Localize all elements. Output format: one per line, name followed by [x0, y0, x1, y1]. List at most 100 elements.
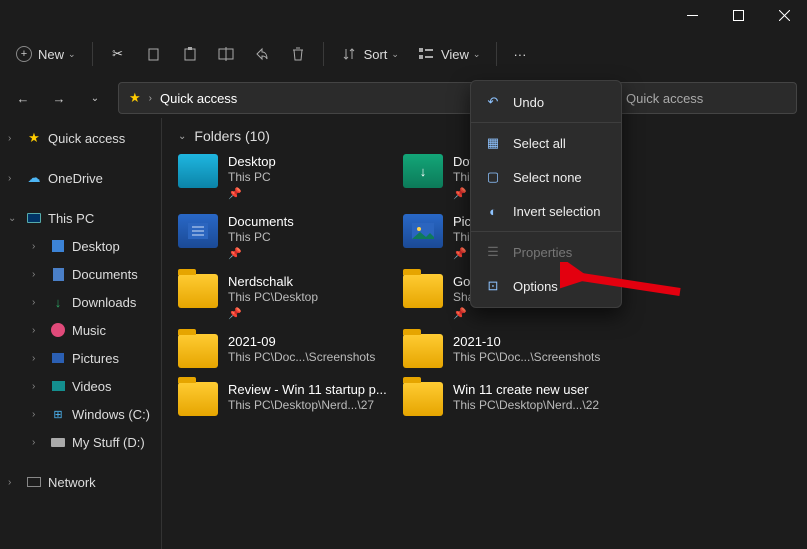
- sidebar-item-downloads[interactable]: › ↓ Downloads: [0, 288, 161, 316]
- sidebar-label: Pictures: [72, 351, 119, 366]
- monitor-icon: [26, 210, 42, 226]
- sidebar-item-desktop[interactable]: › Desktop: [0, 232, 161, 260]
- address-location: Quick access: [160, 91, 237, 106]
- new-label: New: [38, 47, 64, 62]
- rename-button[interactable]: [209, 38, 243, 70]
- folder-item[interactable]: 2021-09This PC\Doc...\Screenshots: [178, 334, 403, 368]
- options-icon: ⊡: [485, 278, 501, 294]
- menu-undo[interactable]: ↶ Undo: [471, 85, 621, 119]
- separator: [496, 42, 497, 66]
- view-icon: [417, 45, 435, 63]
- drive-icon: [50, 434, 66, 450]
- menu-invert-selection[interactable]: ◐ Invert selection: [471, 194, 621, 228]
- menu-select-none[interactable]: ▢ Select none: [471, 160, 621, 194]
- music-icon: [50, 322, 66, 338]
- cut-button[interactable]: ✂: [101, 38, 135, 70]
- folder-item[interactable]: DesktopThis PC📌: [178, 154, 403, 200]
- menu-label: Invert selection: [513, 204, 600, 219]
- expand-icon: ›: [32, 297, 44, 308]
- menu-label: Options: [513, 279, 558, 294]
- folder-icon: [178, 214, 218, 248]
- title-bar: [0, 0, 807, 30]
- separator: [323, 42, 324, 66]
- expand-icon: ›: [32, 241, 44, 252]
- select-all-icon: ▦: [485, 135, 501, 151]
- folder-item[interactable]: 2021-10This PC\Doc...\Screenshots: [403, 334, 628, 368]
- select-none-icon: ▢: [485, 169, 501, 185]
- sidebar-label: Quick access: [48, 131, 125, 146]
- more-button[interactable]: ···: [505, 38, 534, 70]
- sort-icon: [340, 45, 358, 63]
- sidebar-item-quick-access[interactable]: › ★ Quick access: [0, 124, 161, 152]
- sidebar-item-my-stuff-d[interactable]: › My Stuff (D:): [0, 428, 161, 456]
- folder-location: This PC: [228, 230, 294, 245]
- menu-label: Select all: [513, 136, 566, 151]
- folder-location: This PC\Desktop\Nerd...\27: [228, 398, 387, 413]
- sidebar-item-windows-c[interactable]: › ⊞ Windows (C:): [0, 400, 161, 428]
- sidebar-label: Windows (C:): [72, 407, 150, 422]
- main-area: › ★ Quick access › ☁ OneDrive ⌄ This PC …: [0, 118, 807, 549]
- minimize-button[interactable]: [669, 0, 715, 30]
- folder-name: 2021-10: [453, 334, 600, 350]
- chevron-right-icon: ›: [149, 93, 152, 104]
- pin-icon: 📌: [228, 247, 294, 260]
- folder-location: This PC\Doc...\Screenshots: [228, 350, 375, 365]
- sidebar-label: OneDrive: [48, 171, 103, 186]
- sidebar-label: Network: [48, 475, 96, 490]
- sidebar-label: Music: [72, 323, 106, 338]
- folder-name: Documents: [228, 214, 294, 230]
- copy-button[interactable]: [137, 38, 171, 70]
- search-placeholder: Quick access: [626, 91, 703, 106]
- share-button[interactable]: [245, 38, 279, 70]
- search-box[interactable]: Quick access: [617, 82, 797, 114]
- expand-icon: ›: [8, 477, 20, 488]
- folder-name: Desktop: [228, 154, 276, 170]
- folder-item[interactable]: NerdschalkThis PC\Desktop📌: [178, 274, 403, 320]
- sort-button[interactable]: Sort ⌄: [332, 38, 407, 70]
- folder-icon: [178, 274, 218, 308]
- folder-item[interactable]: DocumentsThis PC 📌: [178, 214, 403, 260]
- folder-item[interactable]: Win 11 create new userThis PC\Desktop\Ne…: [403, 382, 628, 416]
- back-button[interactable]: ←: [10, 85, 36, 111]
- expand-icon: ›: [32, 437, 44, 448]
- delete-icon: [289, 45, 307, 63]
- star-icon: ★: [129, 90, 141, 106]
- maximize-button[interactable]: [715, 0, 761, 30]
- folder-name: Nerdschalk: [228, 274, 318, 290]
- chevron-down-icon: ⌄: [178, 131, 186, 142]
- sidebar-item-onedrive[interactable]: › ☁ OneDrive: [0, 164, 161, 192]
- sidebar-item-music[interactable]: › Music: [0, 316, 161, 344]
- folder-location: This PC\Doc...\Screenshots: [453, 350, 600, 365]
- desktop-icon: [50, 238, 66, 254]
- expand-icon: ›: [32, 353, 44, 364]
- new-button[interactable]: + New ⌄: [8, 38, 84, 70]
- menu-label: Undo: [513, 95, 544, 110]
- sidebar-item-videos[interactable]: › Videos: [0, 372, 161, 400]
- expand-icon: ›: [8, 173, 20, 184]
- folder-icon: [403, 382, 443, 416]
- recent-button[interactable]: ⌄: [82, 85, 108, 111]
- address-bar[interactable]: ★ › Quick access: [118, 82, 478, 114]
- paste-button[interactable]: [173, 38, 207, 70]
- menu-separator: [471, 231, 621, 232]
- sidebar-label: Documents: [72, 267, 138, 282]
- sort-label: Sort: [364, 47, 388, 62]
- forward-button[interactable]: →: [46, 85, 72, 111]
- menu-label: Properties: [513, 245, 572, 260]
- pin-icon: 📌: [228, 187, 276, 200]
- view-button[interactable]: View ⌄: [409, 38, 489, 70]
- sidebar-item-this-pc[interactable]: ⌄ This PC: [0, 204, 161, 232]
- collapse-icon: ⌄: [8, 213, 20, 224]
- folder-location: This PC\Desktop: [228, 290, 318, 305]
- sidebar-item-network[interactable]: › Network: [0, 468, 161, 496]
- menu-select-all[interactable]: ▦ Select all: [471, 126, 621, 160]
- close-button[interactable]: [761, 0, 807, 30]
- folder-icon: [178, 382, 218, 416]
- folder-icon: [403, 274, 443, 308]
- network-icon: [26, 474, 42, 490]
- invert-icon: ◐: [485, 203, 501, 219]
- folder-item[interactable]: Review - Win 11 startup p...This PC\Desk…: [178, 382, 403, 416]
- sidebar-item-pictures[interactable]: › Pictures: [0, 344, 161, 372]
- delete-button[interactable]: [281, 38, 315, 70]
- sidebar-item-documents[interactable]: › Documents: [0, 260, 161, 288]
